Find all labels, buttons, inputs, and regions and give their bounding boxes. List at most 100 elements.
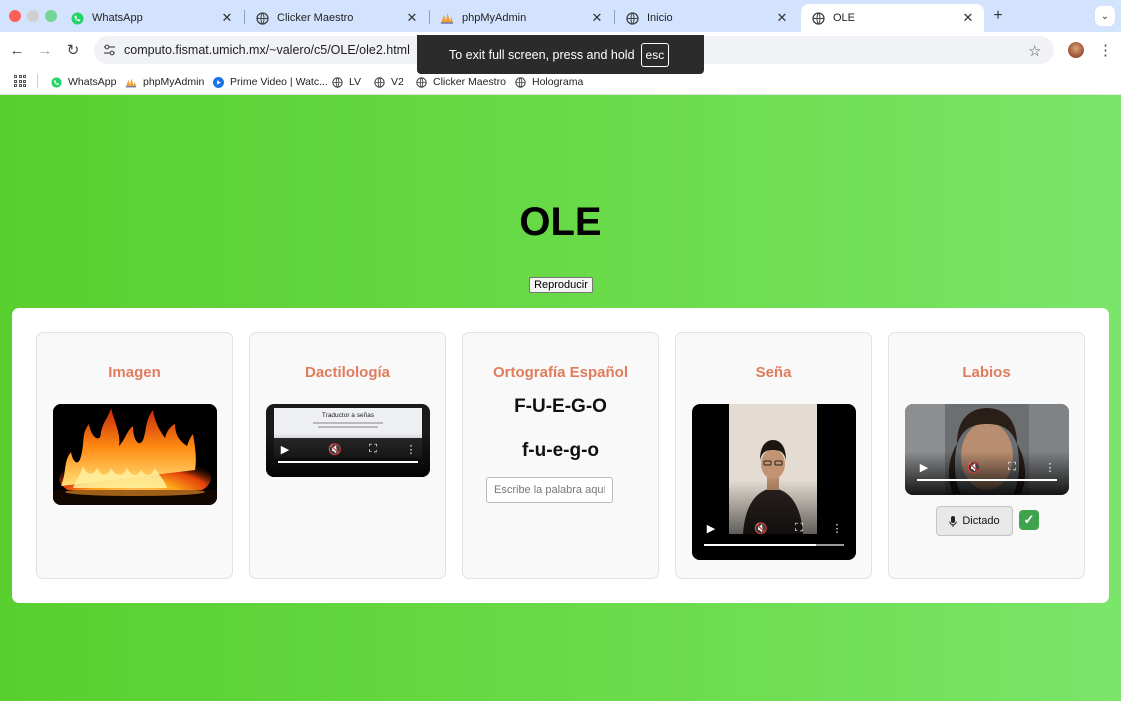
labios-video[interactable]: ▶ 🔇 ⛶ ⋮ — [905, 404, 1069, 495]
menu-kebab-icon[interactable]: ⋮ — [1098, 41, 1113, 59]
more-options-icon[interactable]: ⋮ — [1043, 461, 1057, 474]
globe-icon — [625, 11, 639, 25]
video-controls: ▶ 🔇 ⛶ ⋮ — [266, 433, 430, 477]
page-title: OLE — [0, 200, 1121, 245]
bookmark-label: phpMyAdmin — [143, 76, 204, 88]
tab-whatsapp[interactable]: WhatsApp ✕ — [60, 4, 243, 32]
close-icon[interactable]: ✕ — [960, 10, 976, 26]
tab-strip: WhatsApp ✕ Clicker Maestro ✕ phpMyAdmin … — [0, 0, 1121, 32]
tab-ole[interactable]: OLE ✕ — [801, 4, 984, 32]
fullscreen-icon[interactable]: ⛶ — [366, 443, 380, 456]
bookmark-label: Holograma — [532, 76, 583, 88]
bookmark-label: Clicker Maestro — [433, 76, 506, 88]
tab-phpmyadmin[interactable]: phpMyAdmin ✕ — [430, 4, 613, 32]
more-options-icon[interactable]: ⋮ — [404, 443, 418, 456]
reproducir-button[interactable]: Reproducir — [529, 277, 593, 293]
microphone-icon — [949, 516, 957, 527]
bookmarks-divider — [37, 74, 38, 88]
tab-title: OLE — [833, 12, 960, 24]
card-sena: Seña ▶ 🔇 ⛶ ⋮ — [675, 332, 872, 579]
video-caption: Traductor a señas — [274, 412, 422, 419]
back-arrow-icon[interactable]: ← — [6, 39, 28, 61]
tab-title: WhatsApp — [92, 12, 219, 24]
card-heading: Dactilología — [250, 364, 445, 381]
window-fullscreen-button[interactable] — [45, 10, 57, 22]
fire-image — [53, 404, 217, 505]
mute-icon[interactable]: 🔇 — [328, 443, 342, 456]
video-controls: ▶ 🔇 ⛶ ⋮ — [692, 480, 856, 560]
close-icon[interactable]: ✕ — [219, 10, 235, 26]
close-icon[interactable]: ✕ — [404, 10, 420, 26]
chevron-down-icon[interactable]: ⌄ — [1095, 6, 1115, 26]
card-heading: Ortografía Español — [463, 364, 658, 381]
globe-icon — [811, 11, 825, 25]
bookmark-phpmyadmin[interactable]: phpMyAdmin — [125, 74, 204, 90]
globe-icon — [255, 11, 269, 25]
url-text: computo.fismat.umich.mx/~valero/c5/OLE/o… — [124, 43, 410, 57]
tab-inicio[interactable]: Inicio ✕ — [615, 4, 798, 32]
dactilologia-video[interactable]: Traductor a señas ▶ 🔇 ⛶ ⋮ — [266, 404, 430, 477]
close-icon[interactable]: ✕ — [589, 10, 605, 26]
mute-icon[interactable]: 🔇 — [754, 522, 768, 535]
play-icon[interactable]: ▶ — [917, 461, 931, 474]
card-heading: Labios — [889, 364, 1084, 381]
video-progress-bar[interactable] — [704, 544, 844, 546]
card-imagen: Imagen — [36, 332, 233, 579]
bookmark-label: WhatsApp — [68, 76, 116, 88]
fullscreen-message: To exit full screen, press and hold — [449, 48, 635, 62]
bookmark-label: LV — [349, 76, 361, 88]
profile-avatar[interactable] — [1068, 42, 1084, 58]
video-progress-fill — [278, 461, 418, 463]
tab-title: Inicio — [647, 12, 774, 24]
tab-title: Clicker Maestro — [277, 12, 404, 24]
close-icon[interactable]: ✕ — [774, 10, 790, 26]
bookmark-label: Prime Video | Watc... — [230, 76, 328, 88]
play-icon[interactable]: ▶ — [278, 443, 292, 456]
card-heading: Imagen — [37, 364, 232, 381]
globe-icon — [415, 76, 427, 88]
video-progress-bar[interactable] — [278, 461, 418, 463]
bookmark-star-icon[interactable]: ☆ — [1028, 42, 1041, 60]
phpmyadmin-icon — [125, 76, 137, 88]
reload-icon[interactable]: ↻ — [62, 39, 84, 61]
dictado-label: Dictado — [962, 515, 999, 527]
bookmark-label: V2 — [391, 76, 404, 88]
bookmark-prime-video[interactable]: Prime Video | Watc... — [212, 74, 328, 90]
bookmark-clicker-maestro[interactable]: Clicker Maestro — [415, 74, 506, 90]
video-progress-fill — [917, 479, 1057, 481]
mute-icon[interactable]: 🔇 — [967, 461, 981, 474]
card-heading: Seña — [676, 364, 871, 381]
video-progress-bar[interactable] — [917, 479, 1057, 481]
prime-video-icon — [212, 76, 224, 88]
word-input[interactable] — [486, 477, 613, 503]
more-options-icon[interactable]: ⋮ — [830, 522, 844, 535]
card-dactilologia: Dactilología Traductor a señas ▶ 🔇 ⛶ ⋮ — [249, 332, 446, 579]
globe-icon — [514, 76, 526, 88]
phpmyadmin-icon — [440, 11, 454, 25]
video-controls: ▶ 🔇 ⛶ ⋮ — [905, 451, 1069, 495]
bookmark-lv[interactable]: LV — [331, 74, 361, 90]
fullscreen-icon[interactable]: ⛶ — [1005, 461, 1019, 474]
window-close-button[interactable] — [9, 10, 21, 22]
fullscreen-exit-toast: To exit full screen, press and hold esc — [417, 35, 704, 74]
word-uppercase: F-U-E-G-O — [463, 396, 658, 418]
bookmark-whatsapp[interactable]: WhatsApp — [50, 74, 116, 90]
forward-arrow-icon[interactable]: → — [34, 39, 56, 61]
window-minimize-button[interactable] — [27, 10, 39, 22]
new-tab-button[interactable]: + — [988, 6, 1008, 26]
bookmark-v2[interactable]: V2 — [373, 74, 404, 90]
sena-video[interactable]: ▶ 🔇 ⛶ ⋮ — [692, 404, 856, 560]
tab-clicker-maestro[interactable]: Clicker Maestro ✕ — [245, 4, 428, 32]
word-lowercase: f-u-e-g-o — [463, 440, 658, 462]
play-icon[interactable]: ▶ — [704, 522, 718, 535]
bookmark-holograma[interactable]: Holograma — [514, 74, 583, 90]
site-settings-icon[interactable] — [102, 43, 116, 57]
apps-grid-icon[interactable] — [14, 75, 26, 87]
dictado-button[interactable]: Dictado — [936, 506, 1013, 536]
checkmark-icon: ✓ — [1019, 510, 1039, 530]
globe-icon — [331, 76, 343, 88]
video-progress-fill — [704, 544, 816, 546]
cards-container: Imagen — [12, 308, 1109, 603]
card-labios: Labios ▶ 🔇 ⛶ ⋮ — [888, 332, 1085, 579]
fullscreen-icon[interactable]: ⛶ — [792, 522, 806, 535]
